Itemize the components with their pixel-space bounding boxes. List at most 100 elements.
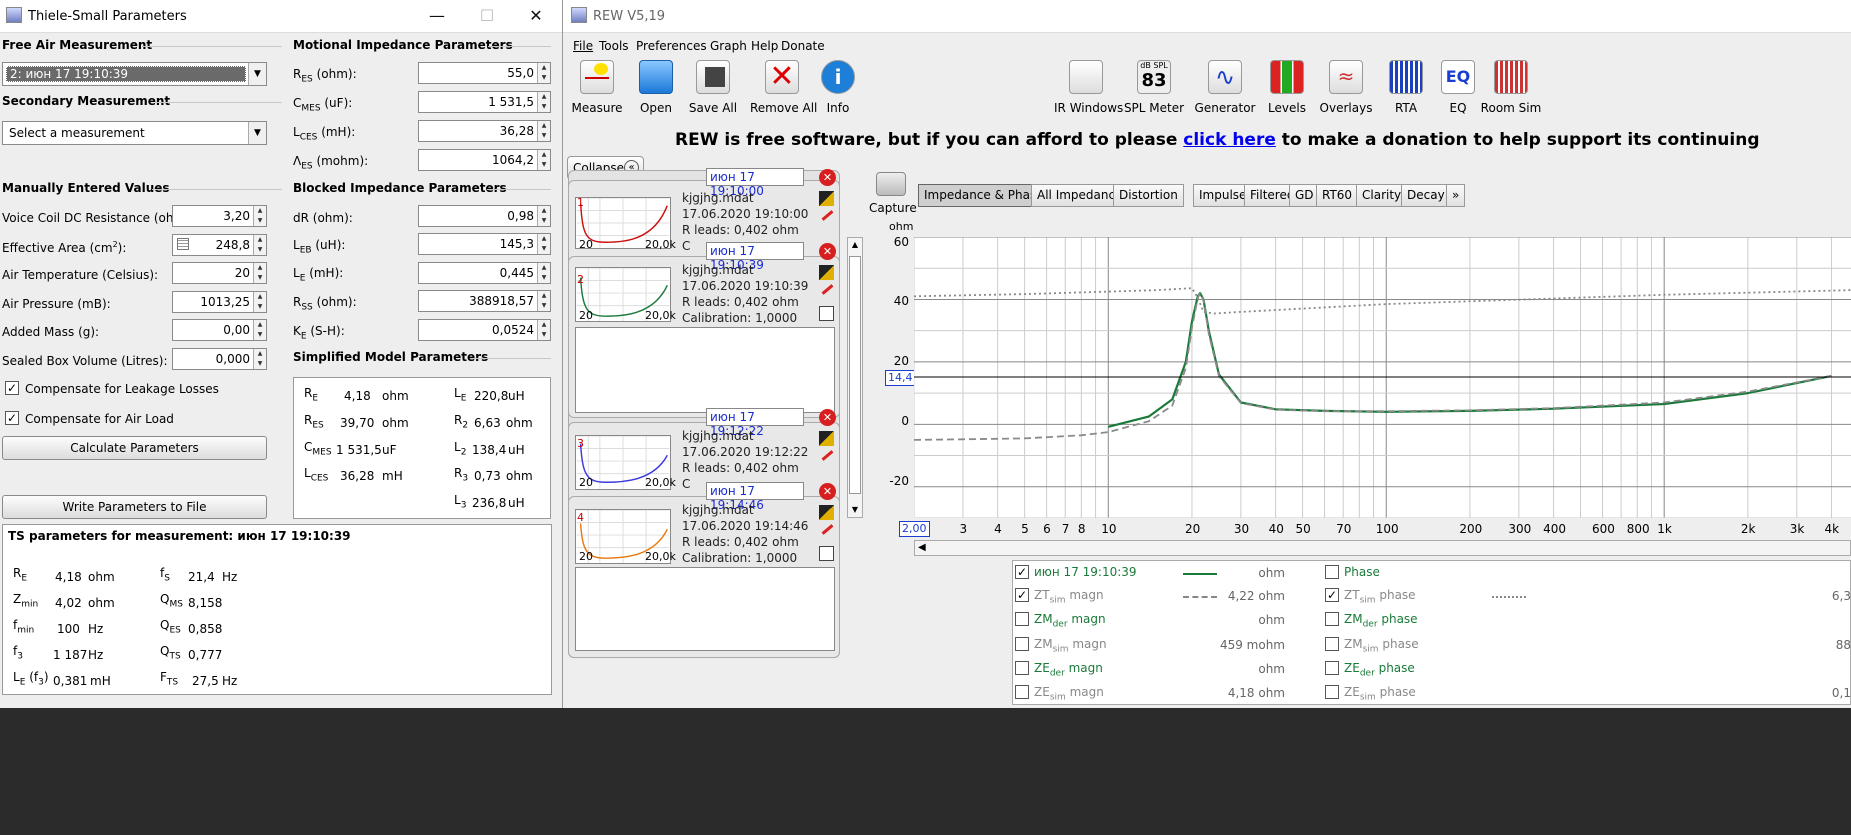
secondary-select[interactable]: Select a measurement ▼ [2,121,267,145]
menu-help[interactable]: Help [751,39,778,53]
close-icon[interactable]: ✕ [523,6,549,26]
added-mass-input[interactable]: 0,00 ▲ ▼ [172,319,267,341]
measurement-notes-area[interactable] [575,327,835,413]
spinner-buttons[interactable]: ▲ ▼ [253,263,266,283]
tab-impedance-phase[interactable]: Impedance & Phase [918,184,1050,207]
left-legend-checkbox[interactable] [1015,661,1029,675]
sweep-icon[interactable] [819,265,834,280]
res-input[interactable]: 55,0 ▲ ▼ [418,62,551,84]
spinner-buttons[interactable]: ▲ ▼ [537,63,550,83]
spinner-buttons[interactable]: ▲ ▼ [537,150,550,170]
pencil-icon[interactable] [821,450,834,461]
measurement-card-4[interactable]: 4 20 20,0k июн 17 19:14:46 ✕ kjgjhg.mdat… [568,482,840,658]
menu-graph[interactable]: Graph [710,39,747,53]
tab-more[interactable]: » [1446,184,1466,207]
right-legend-checkbox[interactable] [1325,565,1339,579]
left-legend-checkbox[interactable] [1015,685,1029,699]
rew-titlebar[interactable]: REW V5,19 [563,0,1851,33]
room-sim-button[interactable]: Room Sim [1479,60,1543,115]
ke-input[interactable]: 0,0524 ▲ ▼ [418,319,551,341]
chevron-down-icon[interactable]: ▼ [248,63,266,85]
right-legend-checkbox[interactable]: ✓ [1325,588,1339,602]
left-legend-checkbox[interactable] [1015,637,1029,651]
pencil-icon[interactable] [821,524,834,535]
cmes-input[interactable]: 1 531,5 ▲ ▼ [418,91,551,113]
capture-label[interactable]: Capture [869,201,917,215]
le-input[interactable]: 0,445 ▲ ▼ [418,262,551,284]
tab-gd[interactable]: GD [1289,184,1320,207]
spinner-buttons[interactable]: ▲ ▼ [253,349,266,369]
lambda-es-input[interactable]: 1064,2 ▲ ▼ [418,149,551,171]
spinner-buttons[interactable]: ▲ ▼ [253,320,266,340]
measurement-name-field[interactable]: июн 17 19:10:00 [706,168,804,198]
pencil-icon[interactable] [821,210,834,221]
levels-button[interactable]: Levels [1255,60,1319,115]
remove-measurement-icon[interactable]: ✕ [819,169,836,186]
right-legend-checkbox[interactable] [1325,661,1339,675]
spinner-buttons[interactable]: ▲ ▼ [537,263,550,283]
measurement-list-scrollbar[interactable]: ▲ ▼ [847,237,863,518]
remove-measurement-icon[interactable]: ✕ [819,243,836,260]
remove-all-button[interactable]: ✕ Remove All [750,60,817,115]
minimize-icon[interactable]: — [424,6,450,26]
spl-meter-button[interactable]: dB SPL 83 SPL Meter [1122,60,1186,115]
dr-input[interactable]: 0,98 ▲ ▼ [418,205,551,227]
chart-scrollbar[interactable]: ◀ [914,540,1851,556]
chevron-down-icon[interactable]: ▼ [248,122,266,144]
spinner-buttons[interactable]: ▲ ▼ [537,234,550,254]
measurement-name-field[interactable]: июн 17 19:14:46 [706,482,804,512]
sweep-icon[interactable] [819,431,834,446]
sweep-icon[interactable] [819,505,834,520]
measurement-name-field[interactable]: июн 17 19:12:22 [706,408,804,438]
pencil-icon[interactable] [821,284,834,295]
right-legend-checkbox[interactable] [1325,685,1339,699]
effective-area-input[interactable]: 248,8 ▲ ▼ [172,234,267,256]
remove-measurement-icon[interactable]: ✕ [819,483,836,500]
ir-windows-button[interactable]: IR Windows [1054,60,1123,115]
maximize-icon[interactable]: ☐ [474,6,500,26]
spinner-buttons[interactable]: ▲ ▼ [253,206,266,226]
menu-tools[interactable]: Tools [599,39,629,53]
info-button[interactable]: i Info [806,60,870,115]
save-all-button[interactable]: Save All [681,60,745,115]
spinner-buttons[interactable]: ▲ ▼ [537,291,550,311]
lces-input[interactable]: 36,28 ▲ ▼ [418,120,551,142]
tab-distortion[interactable]: Distortion [1113,184,1184,207]
free-air-select[interactable]: 2: июн 17 19:10:39 ▼ [2,62,267,86]
tab-rt60[interactable]: RT60 [1316,184,1359,207]
measurement-name-field[interactable]: июн 17 19:10:39 [706,242,804,272]
left-legend-checkbox[interactable]: ✓ [1015,565,1029,579]
left-legend-checkbox[interactable]: ✓ [1015,588,1029,602]
calculate-parameters-button[interactable]: Calculate Parameters [2,436,267,460]
air-load-checkbox[interactable]: ✓ [5,411,19,425]
overlays-button[interactable]: ≈ Overlays [1314,60,1378,115]
ts-titlebar[interactable]: Thiele-Small Parameters — ☐ ✕ [0,0,562,33]
spinner-buttons[interactable]: ▲ ▼ [537,121,550,141]
measure-button[interactable]: Measure [565,60,629,115]
impedance-chart[interactable] [914,237,1851,518]
leb-input[interactable]: 145,3 ▲ ▼ [418,233,551,255]
spinner-buttons[interactable]: ▲ ▼ [253,235,266,255]
menu-donate[interactable]: Donate [781,39,825,53]
rss-input[interactable]: 388918,57 ▲ ▼ [418,290,551,312]
right-legend-checkbox[interactable] [1325,637,1339,651]
tab-decay[interactable]: Decay [1401,184,1451,207]
leakage-checkbox[interactable]: ✓ [5,381,19,395]
menu-preferences[interactable]: Preferences [636,39,707,53]
spinner-buttons[interactable]: ▲ ▼ [537,206,550,226]
air-pressure-input[interactable]: 1013,25 ▲ ▼ [172,291,267,313]
notes-icon[interactable] [819,546,834,561]
camera-icon[interactable] [876,172,906,196]
generator-button[interactable]: ∿ Generator [1193,60,1257,115]
tab-clarity[interactable]: Clarity [1356,184,1408,207]
spinner-buttons[interactable]: ▲ ▼ [537,320,550,340]
menu-file[interactable]: File [573,39,593,53]
spinner-buttons[interactable]: ▲ ▼ [253,292,266,312]
measurement-notes-area[interactable] [575,567,835,651]
calculator-icon[interactable] [177,238,189,250]
remove-measurement-icon[interactable]: ✕ [819,409,836,426]
measurement-card-2[interactable]: 2 20 20,0k июн 17 19:10:39 ✕ kjgjhg.mdat… [568,242,840,418]
spinner-buttons[interactable]: ▲ ▼ [537,92,550,112]
open-button[interactable]: Open [624,60,688,115]
notes-icon[interactable] [819,306,834,321]
